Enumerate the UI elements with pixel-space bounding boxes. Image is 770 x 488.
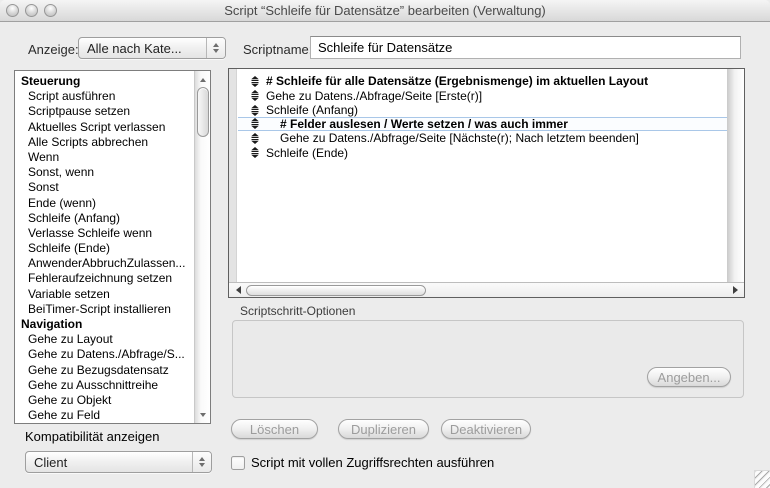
script-step-row[interactable]: Gehe zu Datens./Abfrage/Seite [Nächste(r… (238, 131, 727, 146)
anzeige-label: Anzeige: (28, 42, 79, 57)
scroll-up-icon[interactable] (195, 73, 210, 86)
list-item[interactable]: Sonst (15, 180, 194, 195)
list-item[interactable]: Gehe zu Objekt (15, 393, 194, 408)
delete-button[interactable]: Löschen (231, 419, 318, 439)
script-lines: # Schleife für alle Datensätze (Ergebnis… (238, 74, 727, 160)
list-item[interactable]: Scriptpause setzen (15, 104, 194, 119)
anzeige-popup-value: Alle nach Kate... (79, 41, 206, 56)
scroll-left-icon[interactable] (231, 283, 245, 297)
popup-stepper-icon (192, 452, 211, 472)
drag-handle-icon[interactable] (251, 118, 259, 129)
list-item[interactable]: Gehe zu Feld (15, 408, 194, 423)
script-step-text: Schleife (Ende) (266, 146, 348, 160)
resize-grip-icon[interactable] (754, 470, 770, 488)
window-title: Script “Schleife für Datensätze” bearbei… (0, 0, 770, 22)
script-step-text: Gehe zu Datens./Abfrage/Seite [Erste(r)] (266, 89, 482, 103)
script-step-text: Gehe zu Datens./Abfrage/Seite [Nächste(r… (266, 131, 639, 145)
angeben-button[interactable]: Angeben... (647, 367, 731, 387)
scriptname-label: Scriptname: (243, 42, 312, 57)
list-item[interactable]: Fehleraufzeichnung setzen (15, 271, 194, 286)
script-step-row[interactable]: Gehe zu Datens./Abfrage/Seite [Erste(r)] (238, 89, 727, 104)
scroll-down-icon[interactable] (195, 408, 210, 421)
h-scrollbar-thumb[interactable] (246, 285, 426, 296)
drag-handle-icon[interactable] (251, 105, 259, 116)
scriptname-input[interactable] (310, 36, 741, 59)
list-item[interactable]: BeiTimer-Script installieren (15, 302, 194, 317)
compatibility-popup[interactable]: Client (25, 451, 212, 473)
list-item[interactable]: Gehe zu Layout (15, 332, 194, 347)
list-item[interactable]: Gehe zu Bezugsdatensatz (15, 363, 194, 378)
drag-handle-icon[interactable] (251, 76, 259, 87)
list-item[interactable]: Sonst, wenn (15, 165, 194, 180)
list-item[interactable]: Variable setzen (15, 287, 194, 302)
script-step-text: # Felder auslesen / Werte setzen / was a… (266, 117, 568, 131)
list-category[interactable]: Steuerung (15, 74, 194, 89)
list-item[interactable]: Wenn (15, 150, 194, 165)
compatibility-popup-value: Client (26, 455, 192, 470)
titlebar[interactable]: Script “Schleife für Datensätze” bearbei… (0, 0, 770, 22)
full-access-row: Script mit vollen Zugriffsrechten ausfüh… (231, 455, 494, 470)
full-access-label[interactable]: Script mit vollen Zugriffsrechten ausfüh… (251, 455, 494, 470)
compatibility-label: Kompatibilität anzeigen (25, 429, 159, 444)
list-item[interactable]: Gehe zu Datens./Abfrage/S... (15, 347, 194, 362)
list-item[interactable]: Schleife (Ende) (15, 241, 194, 256)
drag-handle-icon[interactable] (251, 147, 259, 158)
script-editor: # Schleife für alle Datensätze (Ergebnis… (228, 68, 745, 298)
script-step-row[interactable]: # Schleife für alle Datensätze (Ergebnis… (238, 74, 727, 89)
popup-stepper-icon (206, 38, 225, 58)
script-steps-items: SteuerungScript ausführenScriptpause set… (15, 71, 194, 423)
full-access-checkbox[interactable] (231, 456, 245, 470)
list-category[interactable]: Navigation (15, 317, 194, 332)
script-step-text: Schleife (Anfang) (266, 103, 358, 117)
duplicate-button[interactable]: Duplizieren (338, 419, 429, 439)
list-item[interactable]: Alle Scripts abbrechen (15, 135, 194, 150)
script-horizontal-scrollbar[interactable] (229, 282, 744, 297)
list-item[interactable]: Gehe zu Ausschnittreihe (15, 378, 194, 393)
script-step-row[interactable]: Schleife (Anfang) (238, 103, 727, 118)
drag-handle-icon[interactable] (251, 90, 259, 101)
script-step-row[interactable]: Schleife (Ende) (238, 146, 727, 161)
list-item[interactable]: Verlasse Schleife wenn (15, 226, 194, 241)
options-panel: Angeben... (232, 320, 744, 398)
list-item[interactable]: Schleife (Anfang) (15, 211, 194, 226)
script-step-text: # Schleife für alle Datensätze (Ergebnis… (266, 74, 648, 88)
deactivate-button[interactable]: Deaktivieren (441, 419, 531, 439)
list-vertical-scrollbar[interactable] (194, 71, 210, 423)
scroll-right-icon[interactable] (728, 283, 742, 297)
options-panel-label: Scriptschritt-Optionen (240, 304, 355, 318)
drag-handle-icon[interactable] (251, 133, 259, 144)
script-edit-window: Script “Schleife für Datensätze” bearbei… (0, 0, 770, 488)
script-step-row[interactable]: # Felder auslesen / Werte setzen / was a… (238, 117, 727, 132)
list-item[interactable]: Ende (wenn) (15, 196, 194, 211)
script-editor-gutter (229, 69, 237, 282)
list-item[interactable]: Script ausführen (15, 89, 194, 104)
anzeige-popup[interactable]: Alle nach Kate... (78, 37, 226, 59)
script-vertical-scrollbar[interactable] (727, 69, 744, 282)
list-scrollbar-thumb[interactable] (197, 87, 209, 137)
list-item[interactable]: AnwenderAbbruchZulassen... (15, 256, 194, 271)
script-steps-list: SteuerungScript ausführenScriptpause set… (14, 70, 211, 424)
list-item[interactable]: Aktuelles Script verlassen (15, 120, 194, 135)
